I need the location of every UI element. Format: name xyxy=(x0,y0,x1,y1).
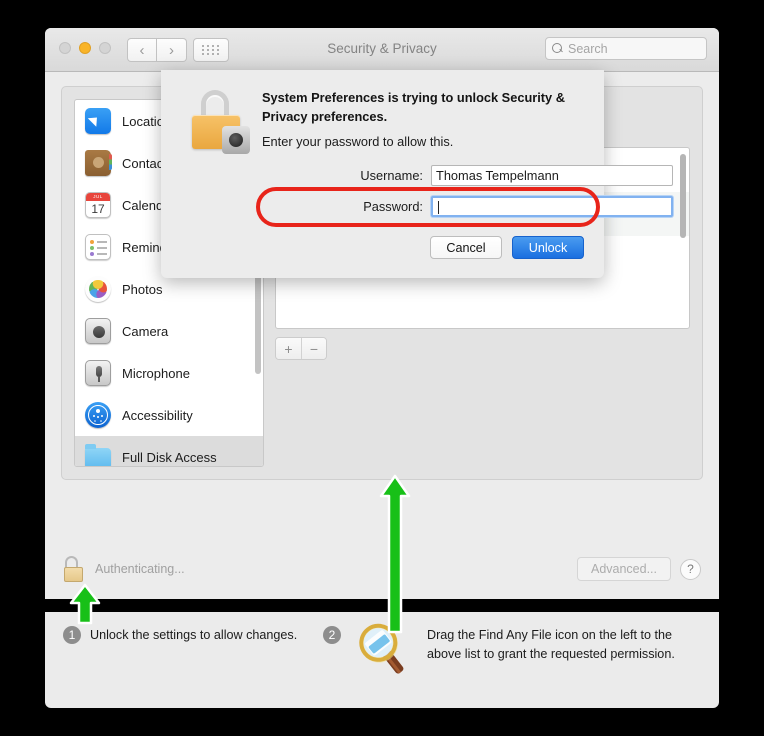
authentication-dialog: System Preferences is trying to unlock S… xyxy=(161,70,673,278)
sidebar-item-label: Photos xyxy=(122,281,163,297)
instruction-step-2: 2 Drag the Find Any File icon on the lef… xyxy=(323,623,701,708)
contacts-icon xyxy=(85,150,112,176)
camera-icon xyxy=(85,318,111,344)
dialog-subtitle: Enter your password to allow this. xyxy=(262,134,454,149)
text-caret xyxy=(438,201,439,214)
search-input[interactable]: Search xyxy=(545,37,707,60)
accessibility-icon xyxy=(85,402,111,428)
password-field[interactable] xyxy=(431,196,673,217)
password-label: Password: xyxy=(363,199,423,214)
photos-icon xyxy=(85,276,111,302)
username-label: Username: xyxy=(360,168,423,183)
arrow-to-list-annotation xyxy=(378,474,412,634)
advanced-button[interactable]: Advanced... xyxy=(576,557,671,581)
window-titlebar: ‹ › Security & Privacy Search xyxy=(45,28,719,72)
password-field-row: Password: xyxy=(343,196,673,217)
sidebar-item-label: Accessibility xyxy=(122,407,193,423)
calendar-icon xyxy=(85,192,111,218)
step-badge: 2 xyxy=(323,626,341,644)
help-button[interactable]: ? xyxy=(680,558,701,580)
add-remove-buttons[interactable]: + − xyxy=(275,337,327,360)
microphone-icon xyxy=(85,360,111,386)
sidebar-item-label: Camera xyxy=(122,323,169,339)
sidebar-item-camera[interactable]: Camera xyxy=(75,310,263,352)
sidebar-item-accessibility[interactable]: Accessibility xyxy=(75,394,263,436)
search-icon xyxy=(552,43,563,54)
remove-app-button[interactable]: − xyxy=(301,338,326,359)
add-app-button[interactable]: + xyxy=(276,338,301,359)
dialog-title: System Preferences is trying to unlock S… xyxy=(262,90,565,124)
search-placeholder: Search xyxy=(568,41,608,56)
padlock-with-gear-icon xyxy=(185,88,251,154)
dialog-buttons: Cancel Unlock xyxy=(430,236,584,259)
folder-icon xyxy=(85,444,111,466)
step-badge: 1 xyxy=(63,626,81,644)
auth-status-text: Authenticating... xyxy=(95,562,185,576)
step-text: Unlock the settings to allow changes. xyxy=(90,628,298,642)
screenshot-root: ‹ › Security & Privacy Search Location C… xyxy=(0,0,764,736)
gear-badge-icon xyxy=(222,126,250,154)
cancel-button[interactable]: Cancel xyxy=(430,236,502,259)
step-text: Drag the Find Any File icon on the left … xyxy=(427,628,675,661)
sidebar-item-full-disk-access[interactable]: Full Disk Access xyxy=(75,436,263,466)
unlocked-lock-icon[interactable] xyxy=(63,556,85,582)
sidebar-item-label: Microphone xyxy=(122,365,190,381)
app-list-scrollbar[interactable] xyxy=(680,154,686,238)
username-field[interactable]: Thomas Tempelmann xyxy=(431,165,673,186)
unlock-button[interactable]: Unlock xyxy=(512,236,584,259)
reminders-icon xyxy=(85,234,111,260)
sidebar-item-label: Full Disk Access xyxy=(122,449,217,465)
location-icon xyxy=(85,108,111,134)
instruction-step-1: 1 Unlock the settings to allow changes. xyxy=(63,626,323,708)
sidebar-item-microphone[interactable]: Microphone xyxy=(75,352,263,394)
username-field-row: Username: Thomas Tempelmann xyxy=(343,165,673,186)
arrow-to-lock-annotation xyxy=(68,583,102,625)
